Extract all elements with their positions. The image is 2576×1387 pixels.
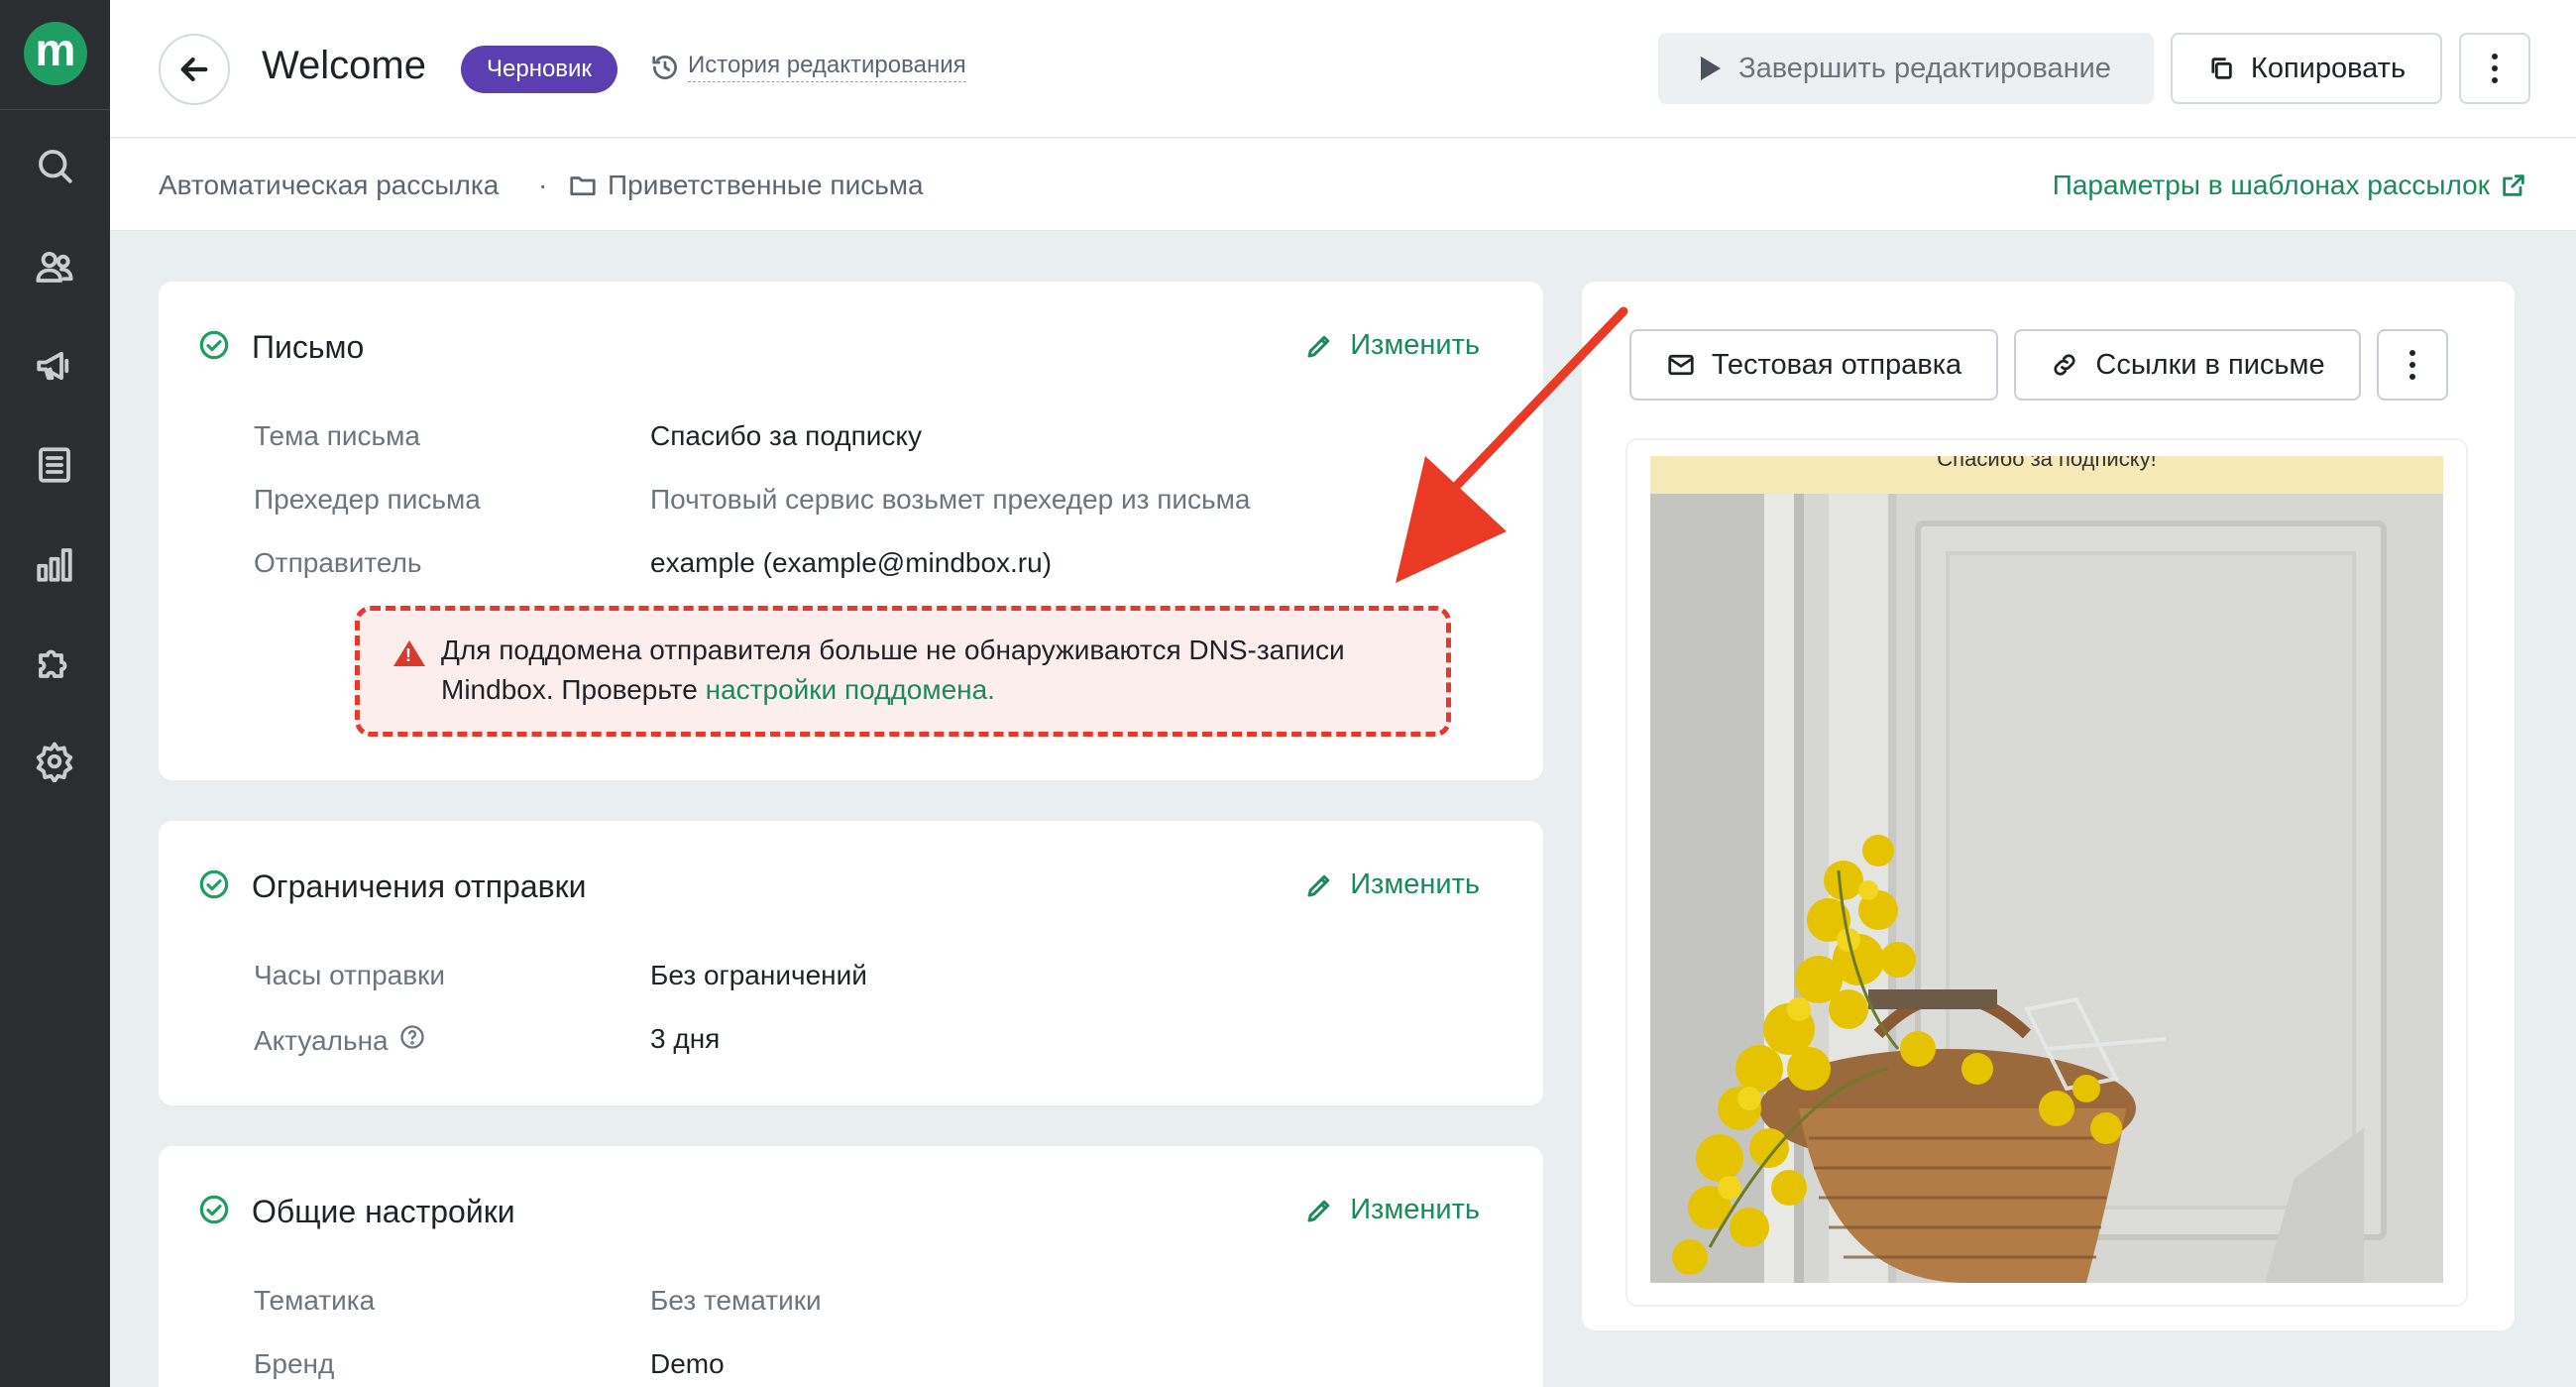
email-links-button[interactable]: Ссылки в письме bbox=[2014, 329, 2361, 401]
gear-icon[interactable] bbox=[30, 737, 79, 786]
card-title: Общие настройки bbox=[252, 1194, 515, 1229]
check-circle-icon bbox=[198, 329, 230, 366]
field-label: Прехедер письма bbox=[254, 484, 481, 515]
copy-label: Копировать bbox=[2250, 52, 2407, 84]
chart-icon[interactable] bbox=[30, 539, 79, 589]
breadcrumb-folder[interactable]: Приветственные письма bbox=[568, 170, 924, 201]
field-row: Тема письма Спасибо за подписку bbox=[254, 420, 922, 452]
email-header-strip: Спасибо за подписку! bbox=[1650, 456, 2443, 494]
copy-button[interactable]: Копировать bbox=[2171, 33, 2442, 104]
pencil-icon bbox=[1307, 1200, 1330, 1221]
email-preview-frame[interactable]: Спасибо за подписку! bbox=[1627, 440, 2466, 1305]
breadcrumb-separator: · bbox=[538, 170, 548, 200]
history-icon bbox=[652, 55, 677, 79]
field-label: Актуальна bbox=[254, 1023, 650, 1058]
template-params-label: Параметры в шаблонах рассылок bbox=[2052, 170, 2490, 200]
check-circle-icon bbox=[198, 1194, 230, 1230]
template-params-link[interactable]: Параметры в шаблонах рассылок bbox=[2053, 170, 2527, 201]
breadcrumb: Автоматическая рассылка · Приветственные… bbox=[110, 139, 2576, 231]
mindbox-logo[interactable]: m bbox=[24, 22, 87, 85]
field-value: example (example@mindbox.ru) bbox=[650, 547, 1053, 578]
field-value: Спасибо за подписку bbox=[650, 420, 922, 451]
kebab-icon bbox=[2492, 54, 2498, 83]
email-preview-panel: Тестовая отправка Ссылки в письме Спасиб… bbox=[1582, 282, 2515, 1330]
email-header-text: Спасибо за подписку! bbox=[1937, 456, 2157, 471]
field-value: Без ограничений bbox=[650, 960, 867, 990]
pencil-icon bbox=[1307, 874, 1330, 896]
test-send-label: Тестовая отправка bbox=[1711, 348, 1962, 381]
copy-icon bbox=[2211, 58, 2232, 79]
field-value: Demo bbox=[650, 1348, 725, 1379]
page-title: Welcome bbox=[262, 44, 426, 87]
edit-general-button[interactable]: Изменить bbox=[1304, 1194, 1480, 1226]
field-label: Часы отправки bbox=[254, 960, 445, 990]
search-icon[interactable] bbox=[30, 141, 79, 190]
field-value: Почтовый сервис возьмет прехедер из пись… bbox=[650, 484, 1251, 515]
edit-label: Изменить bbox=[1350, 868, 1480, 900]
field-row: Прехедер письма Почтовый сервис возьмет … bbox=[254, 484, 1250, 516]
annotation-arrow-icon bbox=[1396, 306, 1628, 583]
field-label: Тема письма bbox=[254, 420, 420, 451]
field-label: Тематика bbox=[254, 1285, 376, 1316]
edit-limits-button[interactable]: Изменить bbox=[1304, 868, 1480, 901]
edit-history-label: История редактирования bbox=[688, 52, 966, 82]
puzzle-icon[interactable] bbox=[30, 637, 79, 687]
document-icon[interactable] bbox=[30, 440, 79, 490]
finish-editing-label: Завершить редактирование bbox=[1738, 52, 2111, 84]
field-label: Бренд bbox=[254, 1348, 335, 1379]
card-title: Ограничения отправки bbox=[252, 868, 587, 904]
breadcrumb-folder-label: Приветственные письма bbox=[608, 170, 924, 200]
limits-card: Ограничения отправки Изменить Часы отпра… bbox=[159, 821, 1543, 1105]
arrow-left-icon bbox=[180, 57, 208, 82]
field-row: Часы отправки Без ограничений bbox=[254, 960, 867, 991]
field-row: Бренд Demo bbox=[254, 1348, 725, 1380]
field-row: Актуальна 3 дня bbox=[254, 1023, 720, 1058]
field-value: Без тематики bbox=[650, 1285, 822, 1316]
email-hero-image bbox=[1650, 494, 2443, 1283]
general-settings-card: Общие настройки Изменить Тематика Без те… bbox=[159, 1146, 1543, 1387]
external-link-icon bbox=[2503, 174, 2524, 196]
envelope-icon bbox=[1668, 354, 1694, 376]
edit-history-link[interactable]: История редактирования bbox=[650, 52, 966, 82]
status-badge: Черновик bbox=[461, 46, 617, 93]
back-button[interactable] bbox=[159, 34, 230, 105]
link-icon bbox=[2054, 354, 2075, 376]
top-header: Welcome Черновик История редактирования … bbox=[110, 0, 2576, 138]
test-send-button[interactable]: Тестовая отправка bbox=[1629, 329, 1998, 401]
warning-icon bbox=[393, 640, 425, 666]
breadcrumb-root[interactable]: Автоматическая рассылка bbox=[159, 170, 499, 201]
help-icon[interactable] bbox=[398, 1023, 426, 1058]
field-row: Отправитель example (example@mindbox.ru) bbox=[254, 547, 1052, 579]
folder-icon bbox=[570, 176, 596, 196]
field-label: Отправитель bbox=[254, 547, 422, 578]
email-links-label: Ссылки в письме bbox=[2095, 348, 2325, 381]
pencil-icon bbox=[1307, 335, 1330, 357]
megaphone-icon[interactable] bbox=[30, 341, 79, 391]
field-label-text: Актуальна bbox=[254, 1024, 389, 1056]
card-title: Письмо bbox=[252, 329, 365, 365]
subdomain-settings-link[interactable]: настройки поддомена. bbox=[706, 674, 995, 705]
more-options-button[interactable] bbox=[2459, 33, 2530, 104]
check-circle-icon bbox=[198, 868, 230, 905]
letter-card: Письмо Изменить Тема письма Спасибо за п… bbox=[159, 282, 1543, 780]
finish-editing-button[interactable]: Завершить редактирование bbox=[1658, 33, 2154, 104]
field-value: 3 дня bbox=[650, 1023, 721, 1054]
play-icon bbox=[1701, 57, 1722, 80]
sidebar: m bbox=[0, 0, 110, 1387]
field-row: Тематика Без тематики bbox=[254, 1285, 822, 1317]
edit-label: Изменить bbox=[1350, 1194, 1480, 1225]
users-icon[interactable] bbox=[30, 242, 79, 291]
dns-warning-banner: Для поддомена отправителя больше не обна… bbox=[355, 606, 1451, 737]
preview-more-button[interactable] bbox=[2377, 329, 2448, 401]
sidebar-divider bbox=[0, 109, 110, 110]
kebab-icon bbox=[2409, 350, 2415, 380]
